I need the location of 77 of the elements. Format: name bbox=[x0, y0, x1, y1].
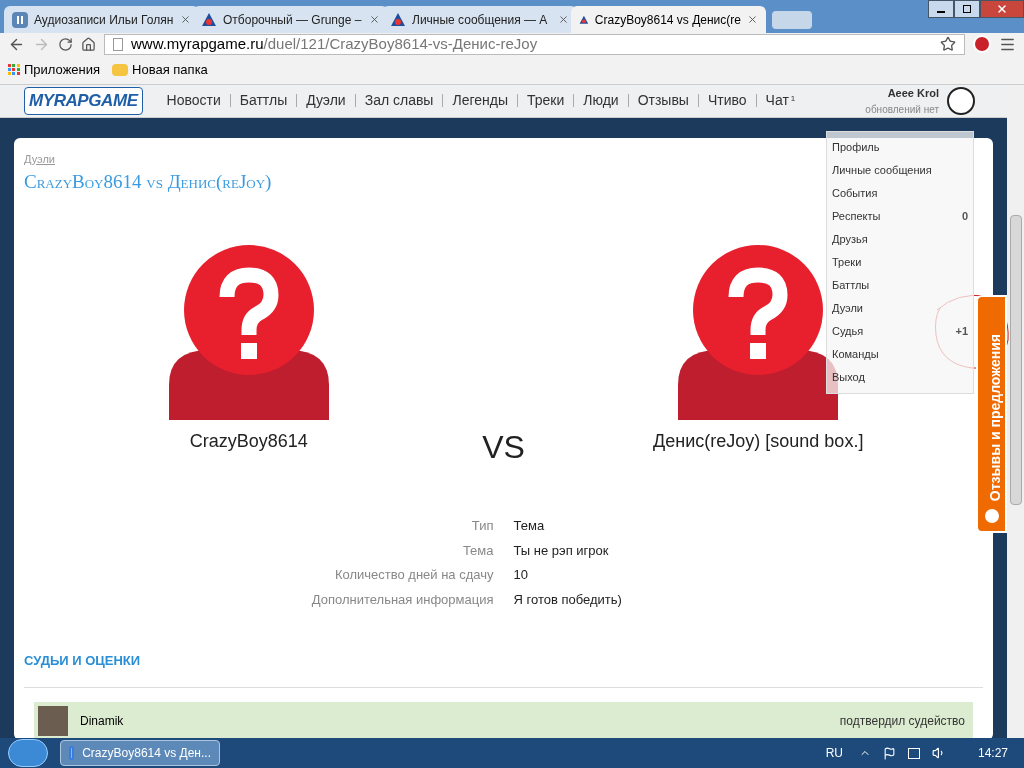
language-indicator[interactable]: RU bbox=[825, 744, 843, 762]
apps-grid-icon bbox=[8, 64, 20, 75]
scrollbar[interactable] bbox=[1007, 85, 1024, 738]
start-button[interactable] bbox=[8, 739, 48, 767]
user-menu-item[interactable]: Респекты 0 bbox=[827, 205, 973, 228]
clock[interactable]: 14:27 bbox=[977, 744, 1008, 762]
folder-icon bbox=[112, 63, 129, 76]
nav-link[interactable]: Чтиво bbox=[707, 90, 747, 112]
detail-value: 10 bbox=[513, 566, 529, 585]
menu-count: +1 bbox=[955, 324, 968, 340]
player-name[interactable]: CrazyBoy8614 bbox=[189, 428, 308, 456]
detail-value: Тема bbox=[513, 517, 546, 536]
nav-link[interactable]: Люди bbox=[583, 90, 619, 112]
judge-avatar bbox=[38, 705, 68, 736]
user-menu-item[interactable]: Команды bbox=[827, 343, 973, 366]
network-icon[interactable] bbox=[907, 747, 920, 759]
judge-name[interactable]: Dinamik bbox=[80, 711, 828, 730]
section-heading: СУДЬИ И ОЦЕНКИ bbox=[24, 651, 983, 688]
close-icon[interactable] bbox=[180, 14, 191, 25]
tab-title: CrazyBoy8614 vs Денис(re bbox=[594, 11, 741, 29]
pause-icon bbox=[12, 11, 28, 28]
bookmark[interactable]: Приложения bbox=[8, 59, 101, 80]
nav-link[interactable]: Дуэли bbox=[306, 90, 346, 112]
user-menu-item[interactable]: Выход bbox=[827, 366, 973, 389]
user-status: обновлений нет bbox=[865, 102, 939, 117]
page-icon bbox=[113, 37, 123, 51]
tab-title: Личные сообщения — А bbox=[412, 11, 549, 29]
unknown-person-icon bbox=[168, 245, 329, 421]
user-menu-item[interactable]: Треки bbox=[827, 251, 973, 274]
close-icon bbox=[996, 3, 1008, 15]
home-icon[interactable] bbox=[81, 36, 96, 52]
tab-title: Отборочный — Grunge – bbox=[223, 11, 363, 29]
nav-link[interactable]: Отзывы bbox=[637, 90, 689, 112]
detail-label: Количество дней на сдачу bbox=[333, 566, 494, 585]
detail-label: Тип bbox=[470, 517, 494, 536]
user-menu-item[interactable]: События bbox=[827, 182, 973, 205]
detail-label: Тема bbox=[461, 541, 494, 560]
close-button[interactable] bbox=[980, 0, 1024, 18]
close-icon[interactable] bbox=[747, 14, 758, 25]
user-name[interactable]: Aeee Krol bbox=[887, 85, 939, 102]
url-host: www.myrapgame.ru bbox=[131, 33, 264, 54]
bookmark[interactable]: Новая папка bbox=[112, 59, 208, 80]
site-logo-icon bbox=[201, 11, 217, 28]
detail-value: Ты не рэп игрок bbox=[513, 541, 610, 560]
nav-link[interactable]: Баттлы bbox=[239, 90, 288, 112]
user-menu-item[interactable]: Друзья bbox=[827, 228, 973, 251]
versus-label: VS bbox=[481, 428, 526, 468]
nav-link[interactable]: Зал славы bbox=[364, 90, 434, 112]
site-logo-icon bbox=[390, 11, 406, 28]
maximize-button[interactable] bbox=[954, 0, 980, 18]
menu-count: 0 bbox=[961, 209, 968, 225]
detail-value: Я готов победить) bbox=[513, 590, 623, 609]
duel-title: CrazyBoy8614 vs Денис(reJoy) bbox=[24, 169, 272, 194]
user-menu-item[interactable]: Профиль bbox=[827, 136, 973, 159]
url-path: /duel/121/CrazyBoy8614-vs-Денис-reJoy bbox=[263, 33, 538, 54]
nav-link[interactable]: Новости bbox=[166, 90, 221, 112]
close-icon[interactable] bbox=[558, 14, 569, 25]
user-menu-item[interactable]: Дуэли bbox=[827, 297, 973, 320]
nav-link[interactable]: Чат$^{1}$ bbox=[765, 90, 796, 112]
browser-tab[interactable]: CrazyBoy8614 vs Денис(re bbox=[571, 6, 766, 33]
flag-icon[interactable] bbox=[882, 746, 896, 760]
nav-link[interactable]: Треки bbox=[526, 90, 565, 112]
detail-label: Дополнительная информация bbox=[310, 590, 494, 609]
address-bar[interactable]: www.myrapgame.ru/duel/121/CrazyBoy8614-vs-Денис-reJoy bbox=[104, 33, 965, 55]
user-menu-item[interactable]: Баттлы bbox=[827, 274, 973, 297]
player-name[interactable]: Денис(reJoy) [sound box.] bbox=[653, 428, 864, 456]
minimize-button[interactable] bbox=[928, 0, 954, 18]
user-menu-item[interactable]: Личные сообщения bbox=[827, 159, 973, 182]
site-logo[interactable]: MYRAPGAME bbox=[24, 87, 143, 115]
judge-status: подтвердил судейство bbox=[839, 712, 966, 730]
star-icon[interactable] bbox=[940, 36, 956, 52]
tab-title: Аудиозаписи Ильи Голян bbox=[34, 11, 174, 29]
taskbar-task[interactable]: CrazyBoy8614 vs Ден... bbox=[60, 740, 220, 766]
close-icon[interactable] bbox=[369, 14, 380, 25]
reload-icon[interactable] bbox=[58, 36, 73, 52]
user-menu-item[interactable]: Судья +1 bbox=[827, 320, 973, 343]
nav-link[interactable]: Легенды bbox=[452, 90, 508, 112]
